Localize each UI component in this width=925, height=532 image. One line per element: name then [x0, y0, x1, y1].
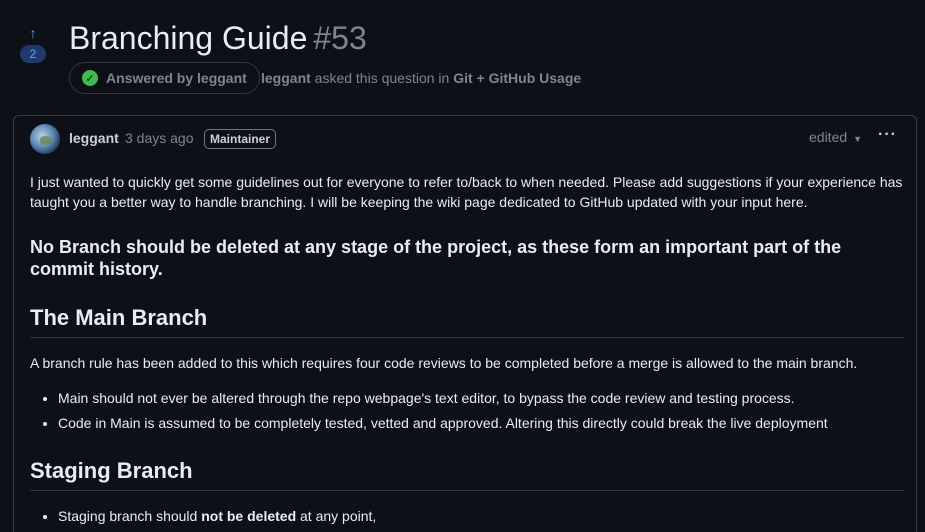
chevron-down-icon: ▼	[853, 133, 863, 144]
list-item: Main should not ever be altered through …	[58, 388, 904, 408]
staging-branch-heading: Staging Branch	[30, 457, 904, 491]
staging-branch-list: Staging branch should not be deleted at …	[30, 506, 904, 526]
upvote-button[interactable]: ↑ 2	[20, 26, 46, 64]
notice-heading: No Branch should be deleted at any stage…	[30, 237, 842, 279]
post-header: leggant 3 days ago Maintainer edited ▼ ·…	[14, 116, 916, 162]
intro-paragraph: I just wanted to quickly get some guidel…	[30, 174, 903, 210]
check-circle-icon: ✓	[82, 70, 98, 86]
edited-dropdown[interactable]: edited ▼	[809, 129, 862, 145]
post-card: leggant 3 days ago Maintainer edited ▼ ·…	[13, 115, 917, 532]
upvote-count: 2	[20, 45, 46, 63]
kebab-horizontal-icon[interactable]: ···	[878, 126, 897, 144]
post-body: I just wanted to quickly get some guidel…	[30, 172, 904, 531]
author-link[interactable]: leggant	[69, 130, 119, 146]
discussion-meta: leggant asked this question in Git + Git…	[261, 70, 581, 86]
avatar[interactable]	[30, 124, 60, 154]
arrow-up-icon: ↑	[29, 25, 37, 41]
page-title: Branching Guide #53	[69, 20, 367, 56]
asker-link[interactable]: leggant	[261, 70, 311, 86]
main-branch-heading: The Main Branch	[30, 304, 904, 338]
main-branch-list: Main should not ever be altered through …	[30, 388, 904, 433]
staging-bullet-pre: Staging branch should	[58, 508, 198, 524]
answered-badge[interactable]: ✓ Answered by leggant	[69, 62, 260, 94]
discussion-number: #53	[313, 20, 367, 56]
asked-text: asked this question in	[314, 70, 450, 86]
category-link[interactable]: Git + GitHub Usage	[453, 70, 581, 86]
post-time[interactable]: 3 days ago	[125, 130, 194, 146]
discussion-page: ↑ 2 Branching Guide #53 ✓ Answered by leg…	[0, 0, 925, 532]
maintainer-badge: Maintainer	[204, 129, 277, 149]
staging-bullet-bold: not be deleted	[201, 508, 297, 524]
list-item: Code in Main is assumed to be completely…	[58, 413, 904, 433]
edited-label: edited	[809, 129, 848, 145]
answered-label: Answered by leggant	[106, 70, 247, 86]
main-branch-desc: A branch rule has been added to this whi…	[30, 355, 858, 371]
list-item: Staging branch should not be deleted at …	[58, 506, 904, 526]
staging-bullet-post: at any point,	[300, 508, 377, 524]
discussion-title: Branching Guide	[69, 20, 308, 56]
